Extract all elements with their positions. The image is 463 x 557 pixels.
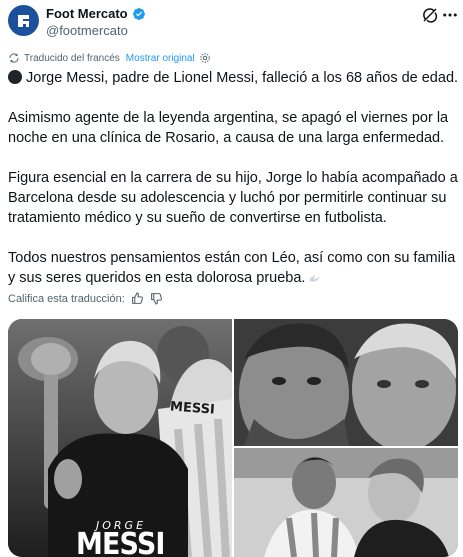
settings-gear-icon[interactable] bbox=[199, 52, 211, 64]
media-grid bbox=[8, 319, 458, 557]
tweet-paragraph-2: Asimismo agente de la leyenda argentina,… bbox=[8, 110, 449, 146]
show-original-link[interactable]: Mostrar original bbox=[126, 53, 195, 64]
translation-row: Traducido del francés Mostrar original bbox=[8, 52, 211, 64]
translate-icon bbox=[9, 53, 19, 63]
dove-icon bbox=[309, 274, 321, 282]
photo-selfie[interactable] bbox=[234, 319, 458, 446]
rate-translation-label: Califica esta traducción: bbox=[8, 292, 125, 305]
tweet-paragraph-1: Jorge Messi, padre de Lionel Messi, fall… bbox=[26, 70, 459, 86]
grok-icon[interactable] bbox=[421, 6, 439, 24]
tweet-text: Jorge Messi, padre de Lionel Messi, fall… bbox=[8, 68, 460, 308]
photo-embrace[interactable] bbox=[234, 448, 458, 557]
black-circle-icon bbox=[8, 70, 22, 84]
rate-translation-row: Califica esta traducción: bbox=[8, 292, 163, 305]
tweet-paragraph: Jorge Messi, padre de Lionel Messi, fall… bbox=[8, 68, 460, 88]
account-handle[interactable]: @footmercato bbox=[46, 23, 128, 38]
display-name[interactable]: Foot Mercato bbox=[46, 6, 128, 21]
thumbs-up-icon[interactable] bbox=[131, 292, 144, 305]
translated-from-label: Traducido del francés bbox=[24, 52, 120, 64]
thumbs-down-icon[interactable] bbox=[150, 292, 163, 305]
photo-caption-last-name: MESSI bbox=[76, 527, 165, 557]
tweet-paragraph: Todos nuestros pensamientos están con Lé… bbox=[8, 248, 460, 288]
more-options-icon[interactable] bbox=[441, 6, 459, 24]
verified-badge-icon bbox=[132, 7, 146, 21]
foot-mercato-logo-icon bbox=[17, 14, 29, 27]
name-row: Foot Mercato bbox=[46, 6, 146, 21]
tweet-header: Foot Mercato @footmercato bbox=[0, 0, 463, 48]
shirt-name-text: MESSI bbox=[169, 399, 216, 418]
tweet-paragraph-4: Todos nuestros pensamientos están con Lé… bbox=[8, 250, 456, 286]
tweet-paragraph-3: Figura esencial en la carrera de su hijo… bbox=[8, 170, 458, 226]
avatar[interactable] bbox=[8, 5, 39, 36]
